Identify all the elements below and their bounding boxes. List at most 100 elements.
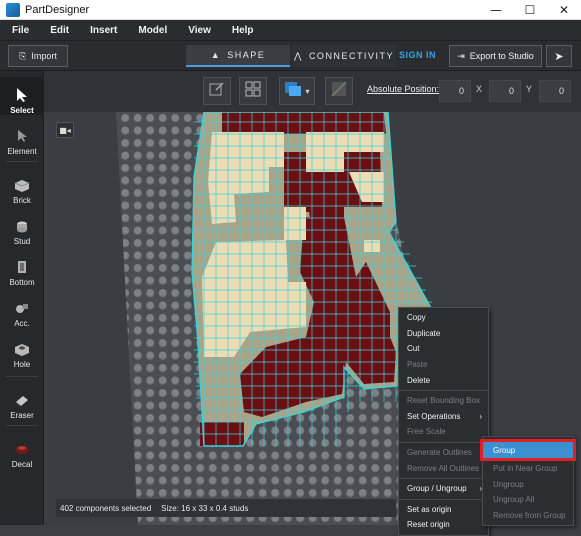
tool-stud-label: Stud — [13, 237, 31, 246]
tool-select-label: Select — [10, 106, 34, 115]
tool-hole[interactable]: Hole — [0, 331, 44, 369]
tool-accessory-label: Acc. — [14, 319, 30, 328]
shape-icon: ▲ — [210, 50, 222, 60]
chevron-down-icon: ▾ — [305, 86, 310, 96]
submenu-put-in-near-group[interactable]: Put in Near Group — [483, 461, 573, 477]
menu-delete[interactable]: Delete — [399, 372, 488, 388]
submenu-ungroup[interactable]: Ungroup — [483, 477, 573, 493]
menu-set-operations-label: Set Operations — [407, 411, 461, 421]
menu-generate-outlines-label: Generate Outlines — [407, 448, 472, 458]
tool-element[interactable]: Element — [0, 118, 44, 156]
minimize-button[interactable]: — — [479, 0, 513, 20]
camera-button[interactable]: ■◂ — [56, 122, 74, 138]
tab-connectivity[interactable]: ⋀ CONNECTIVITY — [292, 45, 396, 67]
export-to-studio-button[interactable]: ⇥ Export to Studio — [449, 45, 542, 67]
menu-insert[interactable]: Insert — [78, 25, 126, 36]
menu-duplicate[interactable]: Duplicate — [399, 326, 488, 342]
menu-help[interactable]: Help — [220, 25, 263, 36]
position-z-input[interactable]: 0 — [539, 80, 571, 102]
tool-eraser[interactable]: Eraser — [0, 382, 44, 420]
tool-hole-label: Hole — [13, 360, 31, 369]
bottom-icon — [14, 259, 30, 275]
paper-plane-icon: ➤ — [554, 49, 564, 63]
menu-model[interactable]: Model — [126, 25, 176, 36]
tool-accessory[interactable]: Acc. — [0, 290, 44, 328]
menu-edit[interactable]: Edit — [38, 25, 78, 36]
menu-reset-bounding-box-label: Reset Bounding Box — [407, 396, 480, 406]
menu-set-operations[interactable]: Set Operations › — [399, 409, 488, 425]
menu-group-ungroup-label: Group / Ungroup — [407, 484, 467, 494]
menu-remove-all-outlines-label: Remove All Outlines — [407, 463, 480, 473]
grid-icon — [245, 81, 261, 101]
pencil-edit-icon — [209, 81, 225, 101]
menu-reset-bounding-box[interactable]: Reset Bounding Box — [399, 393, 488, 409]
rail-divider — [6, 161, 38, 162]
hole-icon — [14, 341, 30, 357]
color-swatch-icon — [284, 81, 302, 101]
import-button[interactable]: ⎘ Import — [8, 45, 68, 67]
tool-bottom[interactable]: Bottom — [0, 249, 44, 287]
tool-stud[interactable]: Stud — [0, 208, 44, 246]
menu-generate-outlines[interactable]: Generate Outlines — [399, 445, 488, 461]
menu-copy-label: Copy — [407, 313, 426, 323]
absolute-position-label: Absolute Position: — [367, 84, 440, 94]
app-window: PartDesigner — ☐ ✕ File Edit Insert Mode… — [0, 0, 581, 536]
tool-decal[interactable]: Decal — [0, 431, 44, 469]
arrow-icon — [14, 128, 30, 144]
submenu-remove-from-group[interactable]: Remove from Group — [483, 508, 573, 524]
tool-decal-label: Decal — [11, 460, 33, 469]
axis-x-label: X — [476, 84, 483, 94]
menu-separator — [399, 498, 488, 500]
axis-y-label: Y — [526, 84, 533, 94]
import-icon: ⎘ — [19, 50, 27, 61]
position-x-input[interactable]: 0 — [439, 80, 471, 102]
menu-remove-all-outlines[interactable]: Remove All Outlines — [399, 460, 488, 476]
tool-select[interactable]: Select — [0, 77, 44, 115]
menu-separator — [399, 477, 488, 479]
import-label: Import — [31, 51, 57, 61]
position-y-input[interactable]: 0 — [489, 80, 521, 102]
tool-rail: Select Element Brick Stud Bottom Acc. Ho… — [0, 71, 44, 525]
color-picker-button[interactable]: ▾ — [279, 77, 315, 105]
submenu-ungroup-all[interactable]: Ungroup All — [483, 492, 573, 508]
menu-paste-label: Paste — [407, 360, 428, 370]
chevron-right-icon: › — [479, 411, 482, 421]
cursor-icon — [14, 87, 30, 103]
sign-in-link[interactable]: SIGN IN — [399, 50, 436, 60]
edit-button[interactable] — [203, 77, 231, 105]
export-icon: ⇥ — [457, 50, 465, 61]
menu-file[interactable]: File — [0, 25, 38, 36]
material-button[interactable] — [325, 77, 353, 105]
menu-paste[interactable]: Paste — [399, 357, 488, 373]
context-menu: Copy Duplicate Cut Paste Delete Reset Bo… — [398, 307, 489, 536]
maximize-button[interactable]: ☐ — [513, 0, 547, 20]
menu-group-ungroup[interactable]: Group / Ungroup › — [399, 481, 488, 497]
menu-duplicate-label: Duplicate — [407, 328, 441, 338]
tab-connectivity-label: CONNECTIVITY — [308, 51, 394, 61]
menu-free-scale[interactable]: Free Scale — [399, 424, 488, 440]
menu-separator — [399, 441, 488, 443]
menu-set-as-origin[interactable]: Set as origin — [399, 502, 488, 518]
send-button[interactable]: ➤ — [546, 45, 572, 67]
tool-eraser-label: Eraser — [10, 411, 34, 420]
rail-divider — [6, 425, 38, 426]
material-icon — [331, 81, 347, 101]
stud-icon — [14, 218, 30, 234]
tool-brick[interactable]: Brick — [0, 167, 44, 205]
menu-separator — [399, 389, 488, 391]
menu-cut[interactable]: Cut — [399, 341, 488, 357]
menu-cut-label: Cut — [407, 344, 420, 354]
close-button[interactable]: ✕ — [547, 0, 581, 20]
grid-view-button[interactable] — [239, 77, 267, 105]
menu-view[interactable]: View — [176, 25, 220, 36]
tab-shape[interactable]: ▲ SHAPE — [186, 45, 290, 67]
submenu-group[interactable]: Group — [480, 439, 576, 461]
export-label: Export to Studio — [469, 51, 534, 61]
tab-shape-label: SHAPE — [227, 50, 266, 60]
status-bar: 402 components selected Size: 16 x 33 x … — [56, 499, 396, 517]
tool-element-label: Element — [7, 147, 37, 156]
menu-copy[interactable]: Copy — [399, 310, 488, 326]
video-camera-icon: ■◂ — [59, 125, 71, 135]
menu-set-as-origin-label: Set as origin — [407, 504, 452, 514]
connectivity-icon: ⋀ — [294, 50, 303, 61]
